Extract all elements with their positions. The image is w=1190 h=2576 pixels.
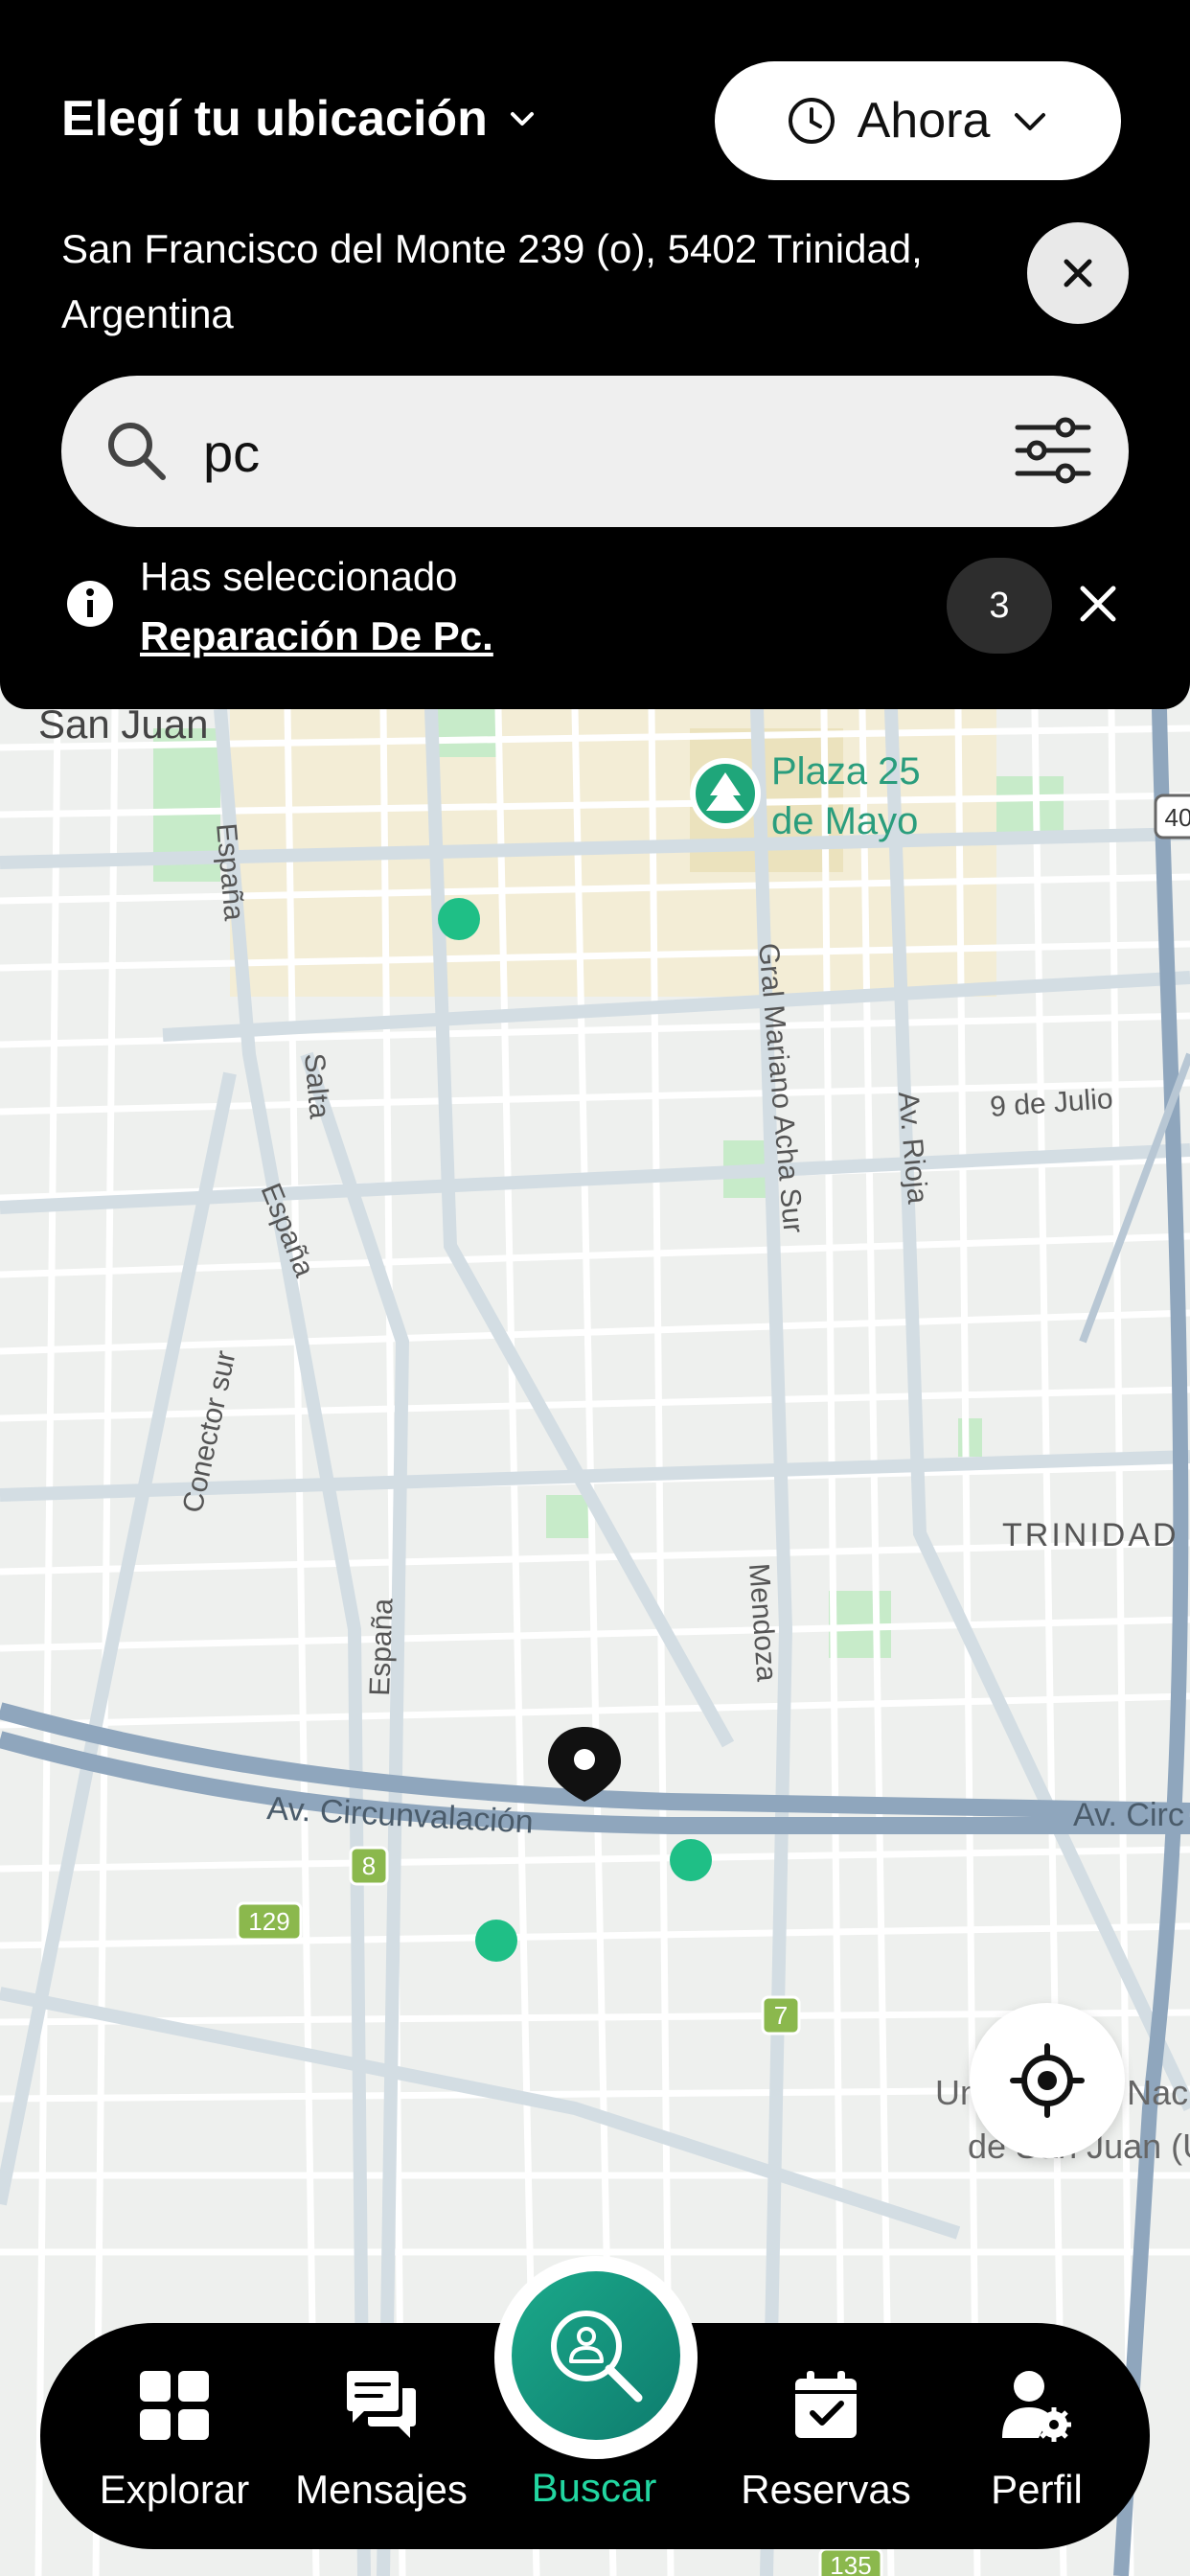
nav-perfil[interactable]: Perfil xyxy=(941,2323,1133,2549)
location-title: Elegí tu ubicación xyxy=(61,91,488,147)
result-marker[interactable] xyxy=(475,1920,517,1962)
map-label-circunvalacion-right: Av. Circ xyxy=(1073,1797,1184,1833)
selection-label: Has seleccionado xyxy=(140,554,458,599)
my-location-button[interactable] xyxy=(970,2003,1125,2158)
result-marker[interactable] xyxy=(438,898,480,940)
chevron-down-icon xyxy=(1015,113,1046,130)
nav-mensajes[interactable]: Mensajes xyxy=(286,2323,477,2549)
map-label-plaza-2: de Mayo xyxy=(771,800,918,842)
filter-sliders-icon[interactable] xyxy=(1010,412,1096,489)
search-icon xyxy=(108,423,166,480)
time-selector-button[interactable]: Ahora xyxy=(715,61,1121,180)
park-tree-icon xyxy=(690,758,761,829)
nav-label: Reservas xyxy=(741,2467,911,2512)
location-selector[interactable]: Elegí tu ubicación xyxy=(61,90,536,148)
grid-icon xyxy=(140,2371,209,2440)
nav-label: Perfil xyxy=(991,2467,1083,2512)
calendar-check-icon xyxy=(795,2371,857,2438)
selected-category-link[interactable]: Reparación De Pc. xyxy=(140,613,493,659)
route-8-label: 8 xyxy=(362,1852,376,1880)
route-129-label: 129 xyxy=(248,1907,289,1936)
map-label-trinidad: TRINIDAD xyxy=(1002,1517,1179,1553)
chat-icon xyxy=(347,2371,416,2438)
search-person-icon xyxy=(551,2311,643,2403)
info-icon xyxy=(67,581,113,627)
user-gear-icon xyxy=(1002,2371,1071,2442)
map-label-espana: España xyxy=(364,1598,400,1696)
route-7-label: 7 xyxy=(774,2001,788,2030)
selection-count-badge: 3 xyxy=(947,558,1052,654)
nav-label-buscar[interactable]: Buscar xyxy=(498,2465,690,2511)
crosshair-icon xyxy=(1010,2043,1085,2118)
result-marker[interactable] xyxy=(670,1839,712,1881)
route-40-label: 40 xyxy=(1165,803,1190,832)
nav-label: Mensajes xyxy=(295,2467,468,2512)
clock-icon xyxy=(788,98,835,144)
top-panel: Elegí tu ubicación Ahora San Francisco d… xyxy=(0,0,1190,709)
map-label-salta: Salta xyxy=(298,1052,335,1120)
close-selection-icon[interactable] xyxy=(1077,583,1119,625)
chevron-down-icon xyxy=(510,112,534,126)
time-label: Ahora xyxy=(857,93,991,149)
clear-address-button[interactable] xyxy=(1027,222,1129,324)
route-135-label: 135 xyxy=(830,2551,871,2576)
nav-label: Explorar xyxy=(99,2467,250,2512)
search-bar[interactable] xyxy=(61,376,1129,527)
map-label-plaza: Plaza 25 xyxy=(771,750,921,793)
search-input[interactable] xyxy=(201,412,972,493)
address-text: San Francisco del Monte 239 (o), 5402 Tr… xyxy=(61,226,923,336)
close-icon xyxy=(1064,259,1092,288)
nav-buscar-button[interactable] xyxy=(512,2271,680,2440)
nav-reservas[interactable]: Reservas xyxy=(730,2323,922,2549)
nav-explorar[interactable]: Explorar xyxy=(79,2323,270,2549)
